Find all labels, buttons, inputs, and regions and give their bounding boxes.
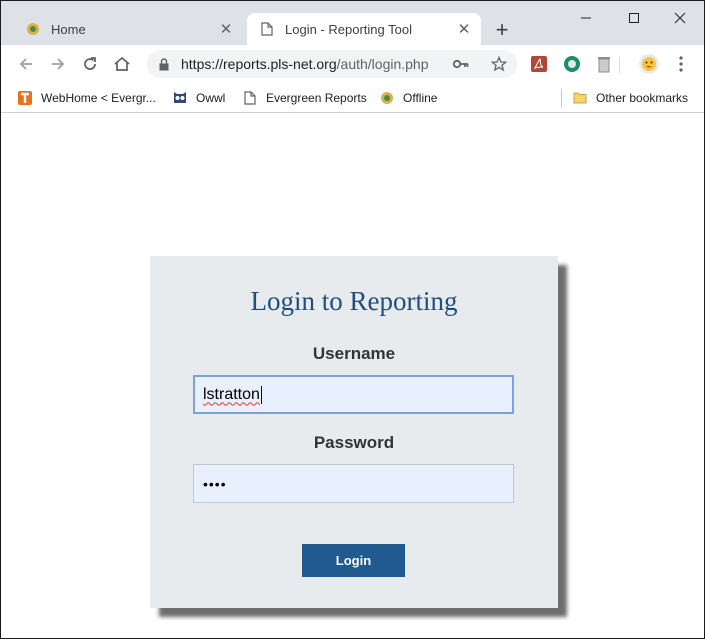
page-icon — [259, 21, 275, 37]
toolbar-divider — [619, 57, 620, 73]
key-icon[interactable] — [451, 54, 471, 74]
bookmarks-divider — [561, 89, 562, 107]
other-bookmarks-label: Other bookmarks — [596, 91, 689, 105]
menu-kebab-icon[interactable] — [672, 55, 690, 73]
home-button[interactable] — [109, 51, 135, 77]
password-field[interactable]: •••• — [193, 464, 514, 503]
back-arrow-icon — [19, 58, 32, 70]
login-button[interactable]: Login — [302, 544, 405, 577]
forward-button[interactable] — [45, 51, 71, 77]
pdf-extension-icon[interactable] — [530, 55, 548, 73]
evergreen-favicon-icon — [379, 90, 395, 106]
minimize-button[interactable] — [563, 1, 609, 35]
text-caret — [260, 385, 262, 404]
bookmark-label: Owwl — [196, 91, 226, 105]
bookmark-owwl[interactable]: Owwl — [172, 89, 225, 107]
page-icon — [242, 90, 258, 106]
username-value: lstratton — [203, 385, 260, 403]
owl-icon — [172, 90, 188, 106]
tab-title: Login - Reporting Tool — [285, 21, 412, 37]
tab-home[interactable]: Home ✕ — [13, 13, 243, 45]
username-field[interactable]: lstratton — [193, 375, 514, 414]
url-text: https://reports.pls-net.org/auth/login.p… — [181, 56, 451, 72]
bookmarks-bar: WebHome < Evergr... Owwl Evergreen Repor… — [1, 83, 704, 113]
login-title: Login to Reporting — [250, 286, 458, 316]
maximize-button[interactable] — [611, 1, 657, 35]
forward-arrow-icon — [52, 58, 65, 70]
browser-toolbar: https://reports.pls-net.org/auth/login.p… — [1, 45, 704, 83]
bookmark-label: WebHome < Evergr... — [41, 91, 156, 105]
close-icon — [674, 12, 686, 24]
new-tab-button[interactable]: + — [489, 17, 515, 43]
bookmark-webhome[interactable]: WebHome < Evergr... — [17, 89, 156, 107]
tab-close-icon[interactable]: ✕ — [455, 20, 473, 38]
tab-login-reporting-tool[interactable]: Login - Reporting Tool ✕ — [247, 13, 481, 45]
username-label: Username — [312, 344, 396, 363]
tab-title: Home — [51, 21, 86, 37]
maximize-icon — [629, 13, 639, 23]
password-value: •••• — [203, 475, 227, 492]
evergreen-favicon-icon — [25, 21, 41, 37]
browser-window: Home ✕ Login - Reporting Tool ✕ + https:… — [0, 0, 705, 639]
other-bookmarks[interactable]: Other bookmarks — [572, 89, 688, 107]
bookmark-offline[interactable]: Offline — [379, 89, 437, 107]
bookmark-evergreen-reports[interactable]: Evergreen Reports — [242, 89, 367, 107]
bookmark-label: Offline — [403, 91, 438, 105]
window-close-button[interactable] — [657, 1, 703, 35]
home-icon — [114, 56, 130, 71]
url-path: /auth/login.php — [336, 56, 429, 72]
bookmark-star-icon[interactable] — [489, 54, 509, 74]
page-content: Login to Reporting Username lstratton Pa… — [1, 114, 704, 638]
trash-extension-icon[interactable] — [595, 55, 613, 73]
profile-avatar[interactable] — [639, 54, 659, 74]
reload-icon — [84, 57, 96, 70]
folder-icon — [572, 90, 588, 106]
address-bar[interactable]: https://reports.pls-net.org/auth/login.p… — [147, 50, 517, 78]
lock-icon — [157, 57, 171, 71]
tab-strip: Home ✕ Login - Reporting Tool ✕ + — [1, 1, 704, 45]
evergreen-extension-icon[interactable] — [563, 55, 581, 73]
login-card: Login to Reporting Username lstratton Pa… — [150, 256, 558, 608]
url-host: https://reports.pls-net.org — [181, 56, 337, 72]
twiki-icon — [17, 90, 33, 106]
password-label: Password — [313, 433, 395, 452]
tab-close-icon[interactable]: ✕ — [217, 20, 235, 38]
bookmark-label: Evergreen Reports — [266, 91, 367, 105]
back-button[interactable] — [13, 51, 39, 77]
reload-button[interactable] — [77, 51, 103, 77]
minimize-icon — [581, 17, 591, 19]
